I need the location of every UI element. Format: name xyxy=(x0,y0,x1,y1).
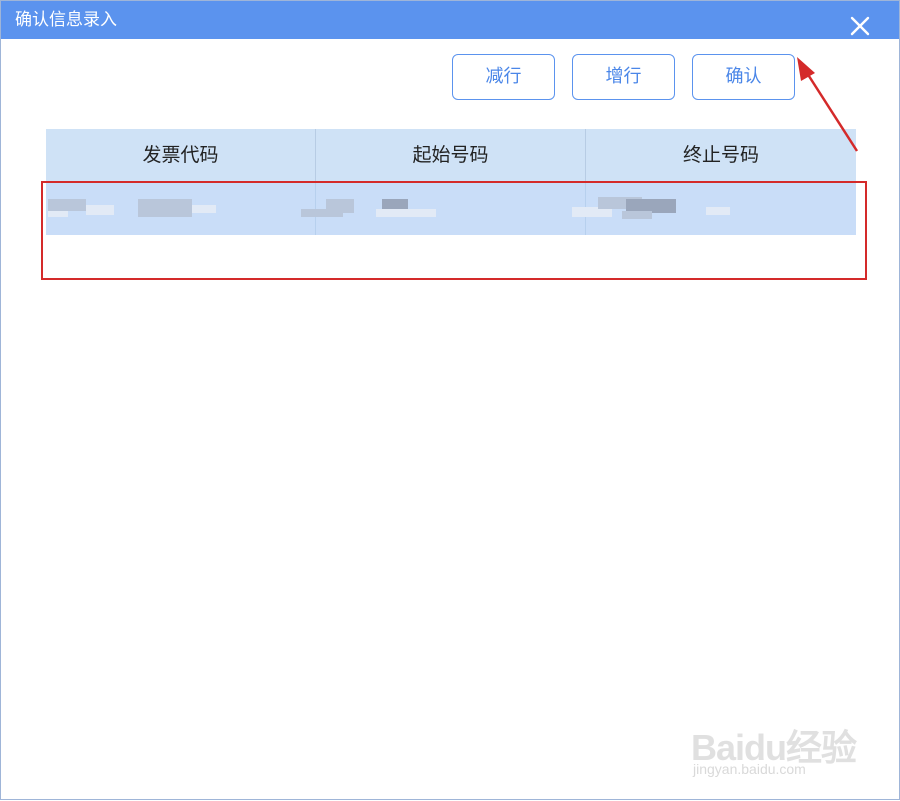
confirm-info-dialog: 确认信息录入 减行 增行 确认 发票代码 起始号码 终止号码 Baidu经验 j… xyxy=(0,0,900,800)
redacted-text xyxy=(48,211,68,217)
add-row-button[interactable]: 增行 xyxy=(572,54,675,100)
watermark-url: jingyan.baidu.com xyxy=(693,761,806,777)
redacted-text xyxy=(48,199,86,211)
column-header-start-number[interactable]: 起始号码 xyxy=(316,129,586,181)
redacted-text xyxy=(138,199,192,217)
redacted-text xyxy=(192,205,216,213)
watermark-brand: Baidu经验 xyxy=(691,727,857,768)
table-header: 发票代码 起始号码 终止号码 xyxy=(46,129,856,181)
annotation-arrow-icon xyxy=(797,57,859,152)
column-header-invoice-code[interactable]: 发票代码 xyxy=(46,129,316,181)
redacted-text xyxy=(86,205,114,215)
close-button[interactable] xyxy=(847,13,873,39)
table-row[interactable] xyxy=(46,183,856,235)
baidu-watermark: Baidu经验 jingyan.baidu.com xyxy=(691,701,861,786)
dialog-title: 确认信息录入 xyxy=(15,10,117,30)
remove-row-button[interactable]: 减行 xyxy=(452,54,555,100)
cell-invoice-code[interactable] xyxy=(46,183,316,235)
column-header-end-number[interactable]: 终止号码 xyxy=(586,129,856,181)
cell-start-number[interactable] xyxy=(301,183,586,235)
redacted-text xyxy=(622,211,652,219)
redacted-text xyxy=(376,209,436,217)
cell-end-number[interactable] xyxy=(572,183,856,235)
redacted-text xyxy=(326,199,354,213)
confirm-button[interactable]: 确认 xyxy=(692,54,795,100)
redacted-text xyxy=(706,207,730,215)
dialog-titlebar: 确认信息录入 xyxy=(1,1,899,39)
close-icon xyxy=(850,16,870,36)
